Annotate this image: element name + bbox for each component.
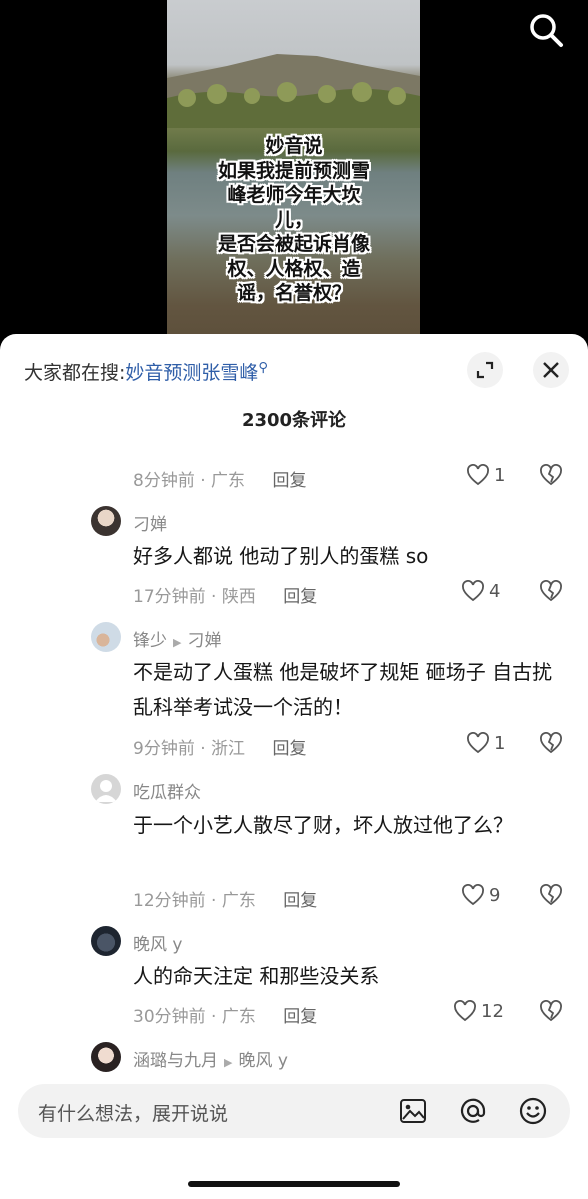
caption-line: 谣，名誉权？ <box>236 282 351 304</box>
heart-icon <box>467 732 489 754</box>
avatar[interactable] <box>91 774 121 804</box>
username-text: 锋少 <box>133 631 167 651</box>
broken-heart-icon <box>540 580 562 602</box>
reply-button[interactable]: 回复 <box>283 587 317 607</box>
like-count: 9 <box>489 884 501 906</box>
dislike-button[interactable] <box>539 884 563 910</box>
avatar[interactable] <box>91 926 121 956</box>
hot-search-term[interactable]: 妙音预测张雪峰 <box>125 362 258 384</box>
comment-time: 17分钟前 <box>133 587 206 607</box>
default-avatar-icon <box>95 780 117 802</box>
reply-to-username[interactable]: 晚风 y <box>238 1051 287 1071</box>
comment-time: 30分钟前 <box>133 1007 206 1027</box>
avatar[interactable] <box>91 1042 121 1072</box>
like-button[interactable]: 9 <box>461 884 500 906</box>
comment-time: 8分钟前 <box>133 471 195 491</box>
comment-text: 于一个小艺人散尽了财，坏人放过他了么？ <box>133 813 513 837</box>
username-text: 晚风 y <box>133 935 183 955</box>
reply-arrow-icon: ▶ <box>173 636 182 649</box>
video-player[interactable]: 妙音说 如果我提前预测雪 峰老师今年大坎 儿， 是否会被起诉肖像 权、人格权、造… <box>0 0 588 360</box>
hot-search-prefix: 大家都在搜: <box>24 362 126 384</box>
comment-meta: 8分钟前 · 广东 回复 <box>133 471 307 491</box>
heart-icon <box>467 464 489 486</box>
heart-icon <box>462 580 484 602</box>
like-button[interactable]: 4 <box>461 580 500 602</box>
caption-line: 妙音说 <box>265 135 323 157</box>
broken-heart-icon <box>540 732 562 754</box>
comment-sheet: 大家都在搜:妙音预测张雪峰⚲ 2300条评论 8分钟前 · 广东 回复 1 刁婵… <box>0 334 588 1199</box>
comment-location: 广东 <box>221 891 256 911</box>
comment-username[interactable]: 锋少 ▶ 刁婵 <box>133 626 221 651</box>
dislike-button[interactable] <box>539 580 563 606</box>
hot-search[interactable]: 大家都在搜:妙音预测张雪峰⚲ <box>24 358 268 385</box>
comment-meta: 30分钟前 · 广东 回复 <box>133 1007 318 1027</box>
reply-button[interactable]: 回复 <box>283 1007 317 1027</box>
reply-button[interactable]: 回复 <box>272 471 306 491</box>
like-count: 1 <box>494 464 506 486</box>
reply-button[interactable]: 回复 <box>283 891 317 911</box>
heart-icon <box>462 884 484 906</box>
scroll-fade <box>0 434 588 454</box>
avatar[interactable] <box>91 622 121 652</box>
broken-heart-icon <box>540 464 562 486</box>
expand-icon <box>476 361 494 379</box>
close-button[interactable] <box>533 352 569 388</box>
comment-username[interactable]: 吃瓜群众 <box>133 778 201 803</box>
comment-text: 不是动了人蛋糕 他是破坏了规矩 砸场子 自古扰乱科举考试没一个活的！ <box>133 660 553 719</box>
comment-meta: 9分钟前 · 浙江 回复 <box>133 739 307 759</box>
comment-location: 浙江 <box>211 739 246 759</box>
reply-button[interactable]: 回复 <box>272 739 306 759</box>
image-icon[interactable] <box>398 1096 428 1126</box>
caption-line: 峰老师今年大坎 <box>227 184 361 206</box>
comment-location: 陕西 <box>221 587 256 607</box>
comment-count: 2300条评论 <box>241 410 347 431</box>
search-icon: ⚲ <box>258 360 268 376</box>
caption-line: 是否会被起诉肖像 <box>217 233 370 255</box>
expand-button[interactable] <box>467 352 503 388</box>
search-icon[interactable] <box>524 8 568 52</box>
comment-input[interactable]: 有什么想法，展开说说 <box>18 1084 570 1138</box>
comment-meta: 17分钟前 · 陕西 回复 <box>133 587 318 607</box>
caption-line: 权、人格权、造 <box>227 257 361 280</box>
comment-location: 广东 <box>211 471 246 491</box>
avatar[interactable] <box>91 506 121 536</box>
emoji-icon[interactable] <box>518 1096 548 1126</box>
like-button[interactable]: 12 <box>453 1000 504 1022</box>
broken-heart-icon <box>540 1000 562 1022</box>
comment-text: 好多人都说 他动了别人的蛋糕 so <box>133 544 429 568</box>
like-button[interactable]: 1 <box>466 732 505 754</box>
reply-to-username[interactable]: 刁婵 <box>187 631 221 651</box>
dislike-button[interactable] <box>539 1000 563 1026</box>
dislike-button[interactable] <box>539 732 563 758</box>
home-indicator[interactable] <box>188 1181 400 1187</box>
close-icon <box>543 362 559 378</box>
like-count: 12 <box>481 1000 504 1022</box>
comment-time: 12分钟前 <box>133 891 206 911</box>
video-caption: 妙音说 如果我提前预测雪 峰老师今年大坎 儿， 是否会被起诉肖像 权、人格权、造… <box>173 134 415 306</box>
broken-heart-icon <box>540 884 562 906</box>
comment-text: 人的命天注定 和那些没关系 <box>133 964 380 988</box>
username-text: 刁婵 <box>133 515 167 535</box>
comment-meta: 12分钟前 · 广东 回复 <box>133 891 318 911</box>
comment-input-placeholder: 有什么想法，展开说说 <box>38 1103 229 1125</box>
dislike-button[interactable] <box>539 464 563 490</box>
like-button[interactable]: 1 <box>466 464 505 486</box>
at-icon[interactable] <box>458 1096 488 1126</box>
hill-illustration <box>167 54 420 128</box>
username-text: 吃瓜群众 <box>133 783 201 803</box>
caption-line: 儿， <box>274 208 313 231</box>
caption-line: 如果我提前预测雪 <box>217 159 370 182</box>
like-count: 1 <box>494 732 506 754</box>
reply-arrow-icon: ▶ <box>224 1056 233 1069</box>
comment-time: 9分钟前 <box>133 739 195 759</box>
comment-username[interactable]: 晚风 y <box>133 930 182 955</box>
username-text: 涵璐与九月 <box>133 1051 218 1071</box>
like-count: 4 <box>489 580 501 602</box>
comment-username[interactable]: 刁婵 <box>133 510 167 535</box>
comment-location: 广东 <box>221 1007 256 1027</box>
comment-username[interactable]: 涵璐与九月 ▶ 晚风 y <box>133 1046 288 1071</box>
heart-icon <box>454 1000 476 1022</box>
